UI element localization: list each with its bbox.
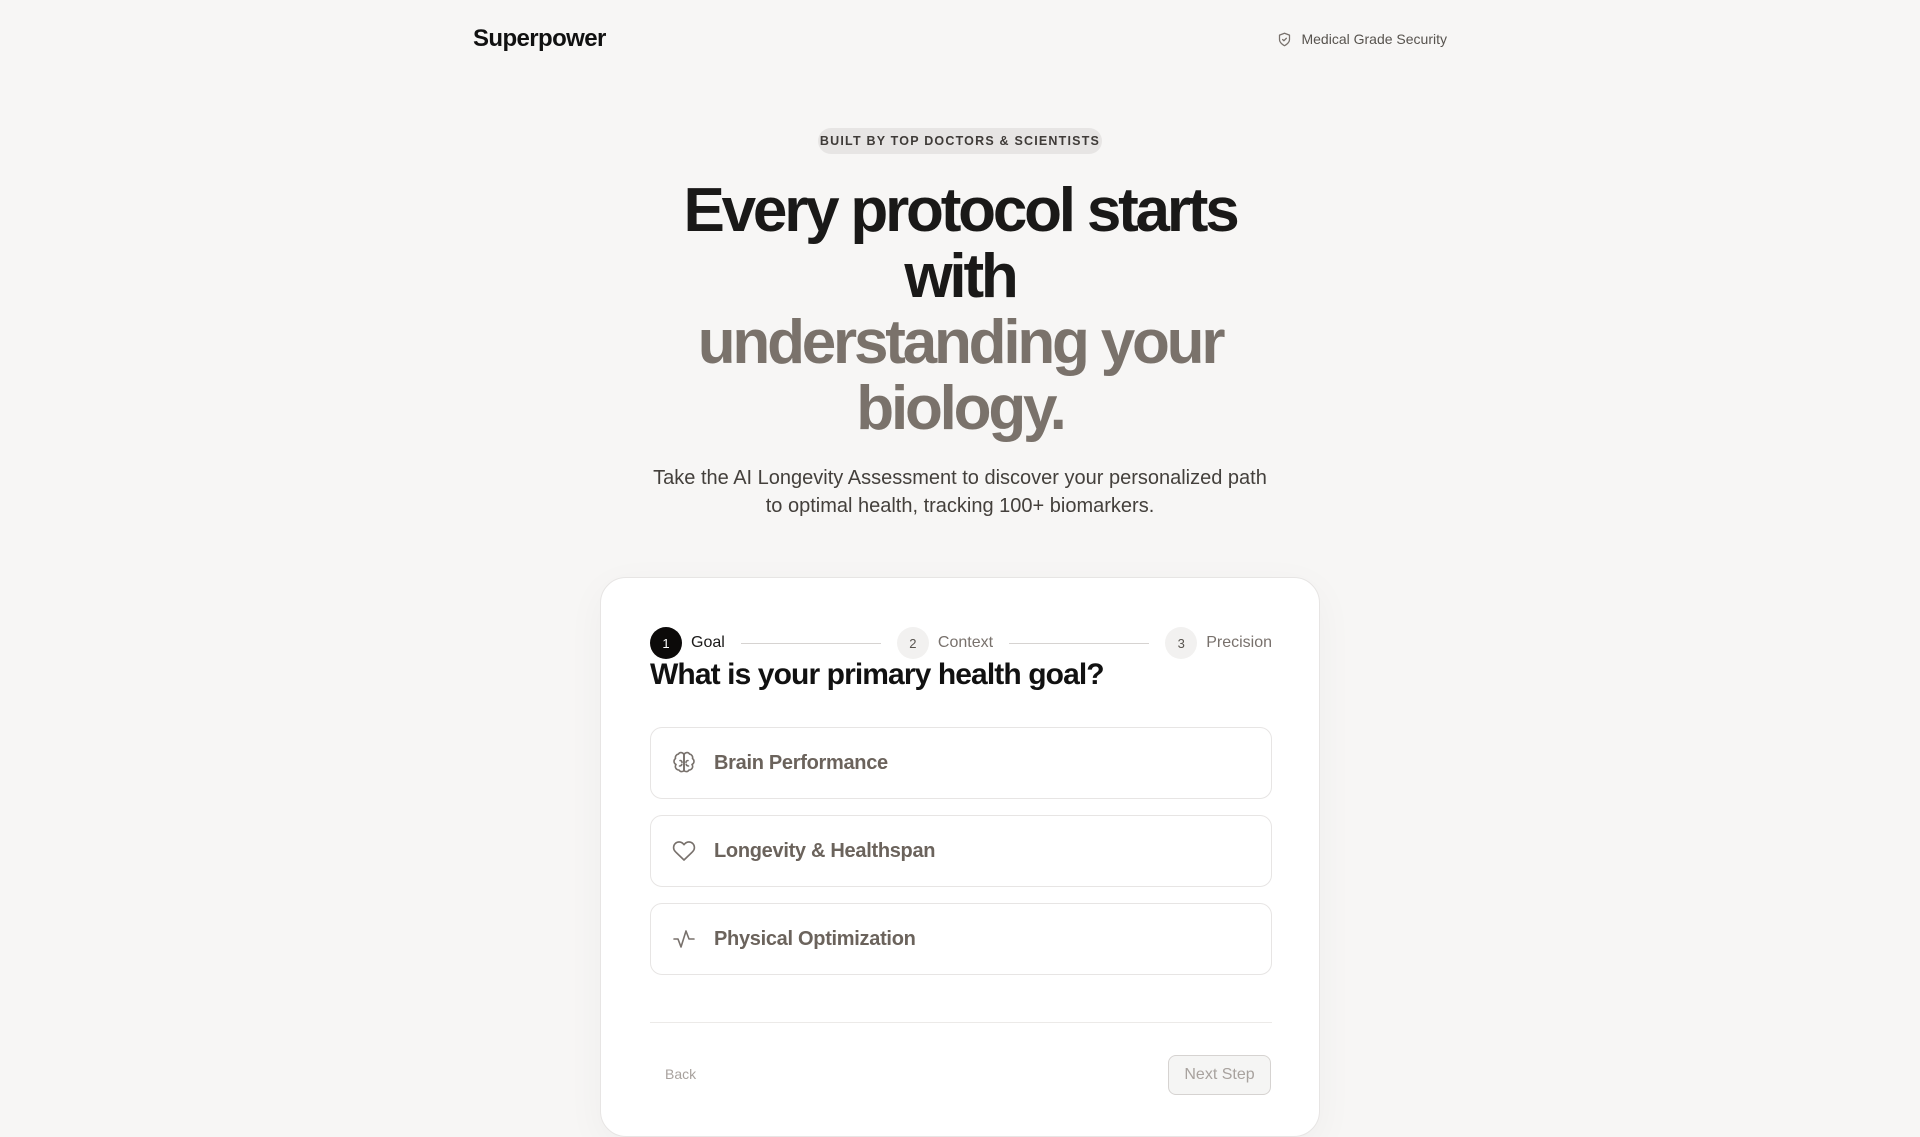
shield-icon <box>1279 32 1291 46</box>
option-physical-optimization[interactable]: Physical Optimization <box>650 903 1272 975</box>
step-label: Context <box>937 634 994 651</box>
option-brain-performance[interactable]: Brain Performance <box>650 727 1272 799</box>
option-label: Longevity & Healthspan <box>714 839 936 862</box>
step-goal: 1 Goal <box>650 627 725 659</box>
heart-icon <box>672 841 696 861</box>
step-label: Goal <box>691 634 725 651</box>
subtitle-line-2: to optimal health, tracking 100+ biomark… <box>765 495 1155 517</box>
step-precision: 3 Precision <box>1165 627 1272 659</box>
hero-subtitle: Take the AI Longevity Assessment to disc… <box>610 464 1310 520</box>
credibility-badge: BUILT BY TOP DOCTORS & SCIENTISTS <box>818 128 1102 154</box>
assessment-card: 1 Goal 2 Context 3 Precision What is you… <box>600 577 1320 1137</box>
logo[interactable]: Superpower <box>473 25 606 53</box>
next-step-button[interactable]: Next Step <box>1168 1055 1271 1095</box>
hero-line-3: understanding your <box>697 308 1226 377</box>
question-title: What is your primary health goal? <box>650 658 1105 691</box>
step-number: 1 <box>650 627 682 659</box>
step-number: 2 <box>896 627 929 659</box>
security-indicator: Medical Grade Security <box>1277 31 1447 47</box>
security-label: Medical Grade Security <box>1301 31 1447 47</box>
step-label: Precision <box>1206 634 1272 651</box>
step-connector <box>1009 642 1150 644</box>
option-label: Physical Optimization <box>714 927 916 950</box>
hero-line-1: Every protocol starts <box>683 176 1239 245</box>
step-connector <box>740 642 881 644</box>
option-longevity-healthspan[interactable]: Longevity & Healthspan <box>650 815 1272 887</box>
top-header: Superpower Medical Grade Security <box>0 0 1920 80</box>
subtitle-line-1: Take the AI Longevity Assessment to disc… <box>653 467 1267 489</box>
hero-headline: Every protocol starts with understanding… <box>560 178 1360 442</box>
footer-divider <box>650 1022 1272 1023</box>
progress-stepper: 1 Goal 2 Context 3 Precision <box>650 627 1272 659</box>
step-context: 2 Context <box>896 627 994 659</box>
brain-icon <box>673 751 695 773</box>
hero-line-2: with <box>904 242 1018 311</box>
step-number: 3 <box>1165 627 1198 659</box>
option-label: Brain Performance <box>714 751 888 774</box>
hero-line-4: biology. <box>856 374 1067 443</box>
goal-options: Brain Performance Longevity & Healthspan… <box>650 727 1272 991</box>
activity-icon <box>673 930 695 948</box>
